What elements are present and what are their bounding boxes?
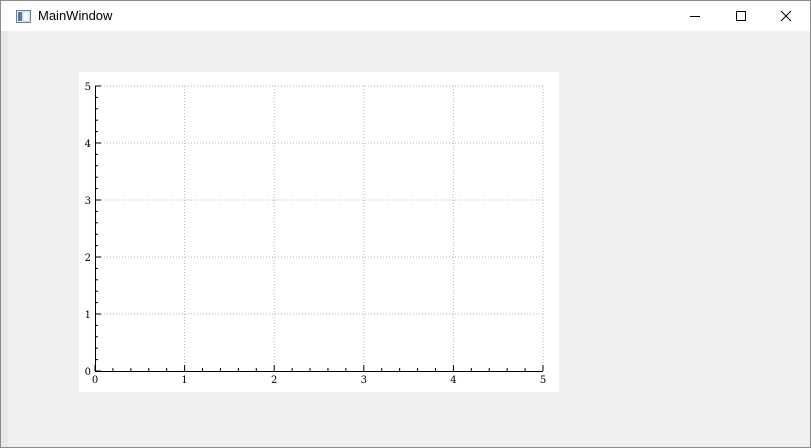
x-tick-label: 5 <box>540 375 546 386</box>
close-button[interactable] <box>763 1 809 31</box>
y-tick-label: 5 <box>85 82 91 93</box>
y-tick-label: 4 <box>85 139 91 150</box>
maximize-icon <box>736 11 746 21</box>
title-bar[interactable]: MainWindow <box>1 1 810 31</box>
x-tick-label: 4 <box>450 375 456 386</box>
plot-widget[interactable]: 0 1 2 3 4 5 0 1 2 3 4 5 <box>79 72 559 392</box>
x-tick-label: 0 <box>92 375 98 386</box>
y-tick-label: 0 <box>85 367 91 378</box>
y-tick-label: 1 <box>85 310 91 321</box>
y-tick-label: 3 <box>85 196 91 207</box>
y-tick-label: 2 <box>85 253 91 264</box>
tick-marks <box>94 85 544 372</box>
main-window: MainWindow 0 1 2 3 4 5 0 1 2 3 4 5 <box>0 0 811 448</box>
tick-labels: 0 1 2 3 4 5 0 1 2 3 4 5 <box>85 82 547 386</box>
minimize-icon <box>690 16 700 17</box>
plot-canvas: 0 1 2 3 4 5 0 1 2 3 4 5 <box>85 82 547 386</box>
maximize-button[interactable] <box>717 1 763 31</box>
close-icon <box>780 10 792 22</box>
app-window-icon <box>16 8 31 23</box>
x-tick-label: 3 <box>361 375 367 386</box>
axes <box>95 86 543 372</box>
window-left-edge <box>1 31 8 447</box>
grid-lines <box>95 85 544 371</box>
x-tick-label: 1 <box>181 375 187 386</box>
x-tick-label: 2 <box>271 375 277 386</box>
window-title: MainWindow <box>38 8 113 23</box>
minimize-button[interactable] <box>671 1 717 31</box>
